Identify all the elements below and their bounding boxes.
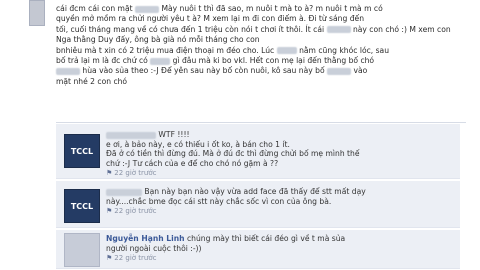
comment-item: TCCL Bạn này bạn nào vậy vừa add face đã… xyxy=(56,181,460,228)
like-icon: ⚑ xyxy=(106,169,113,178)
comment-body: Nguyễn Hạnh Linh chúng mày thì biết cái … xyxy=(106,234,454,264)
comment-body: Bạn này bạn nào vậy vừa add face đã thấy… xyxy=(106,187,454,217)
comment-timestamp[interactable]: ⚑ 22 giờ trước xyxy=(106,254,454,264)
comment-line: Bạn này bạn nào vậy vừa add face đã thấy… xyxy=(106,187,454,197)
post-line: bố trả lại m là đc chứ có gì đâu mà ki b… xyxy=(56,56,375,66)
redacted-text xyxy=(56,67,80,75)
comment-timestamp[interactable]: ⚑ 22 giờ trước xyxy=(106,169,454,179)
redacted-text xyxy=(327,67,352,75)
comment-line: Nguyễn Hạnh Linh chúng mày thì biết cái … xyxy=(106,234,346,243)
divider xyxy=(56,122,466,123)
comment-line: WTF !!!! xyxy=(106,130,454,140)
poster-avatar[interactable] xyxy=(29,0,45,26)
like-icon: ⚑ xyxy=(106,207,113,216)
like-icon: ⚑ xyxy=(106,254,113,263)
post-line: cái đcm cái con mặt Mày nuôi t thì đã sa… xyxy=(56,4,383,13)
comment-item: TCCL WTF !!!! e ơi, à bảo này, e có thiế… xyxy=(56,124,460,179)
redacted-text xyxy=(150,57,171,65)
redacted-name xyxy=(106,188,142,196)
status-post: cái đcm cái con mặt Mày nuôi t thì đã sa… xyxy=(22,0,477,136)
redacted-text xyxy=(135,5,160,13)
post-line: bnhiêu mà t xin có 2 triệu mua điện thoạ… xyxy=(56,45,390,55)
commenter-avatar[interactable]: TCCL xyxy=(64,189,100,223)
redacted-text xyxy=(276,47,297,55)
commenter-avatar[interactable]: TCCL xyxy=(64,134,100,168)
post-line: tối, cuối tháng mang về có chưa đến 1 tr… xyxy=(56,24,451,45)
comment-line: e ơi, à bảo này, e có thiếu i ốt ko, à b… xyxy=(106,139,290,149)
commenter-avatar[interactable] xyxy=(64,233,100,267)
post-line: quyền mở mồm ra chửi người yêu t à? M xe… xyxy=(56,14,365,24)
post-text: cái đcm cái con mặt Mày nuôi t thì đã sa… xyxy=(56,4,468,87)
commenter-name-link[interactable]: Nguyễn Hạnh Linh xyxy=(106,234,185,243)
post-line: mặt nhé 2 con chó xyxy=(56,76,128,86)
comment-timestamp[interactable]: ⚑ 22 giờ trước xyxy=(106,207,454,217)
comment-body: WTF !!!! e ơi, à bảo này, e có thiếu i ố… xyxy=(106,130,454,179)
comment-line: này....chắc bme đọc cái stt này chắc sốc… xyxy=(106,196,332,206)
redacted-name xyxy=(106,131,156,139)
post-line: hùa vào sủa theo :-J Để yên sau này bố c… xyxy=(56,66,468,76)
comment-line: chứ :-J Tư cách của e để cho chó nó gặm … xyxy=(106,158,279,168)
comment-line: Đã ở có tiền thì đừng đú. Mà ở đú đc thì… xyxy=(106,149,360,159)
redacted-text xyxy=(326,26,351,34)
comment-line: người ngoài cuộc thôi :-)) xyxy=(106,243,202,253)
comment-item: Nguyễn Hạnh Linh chúng mày thì biết cái … xyxy=(56,230,460,269)
